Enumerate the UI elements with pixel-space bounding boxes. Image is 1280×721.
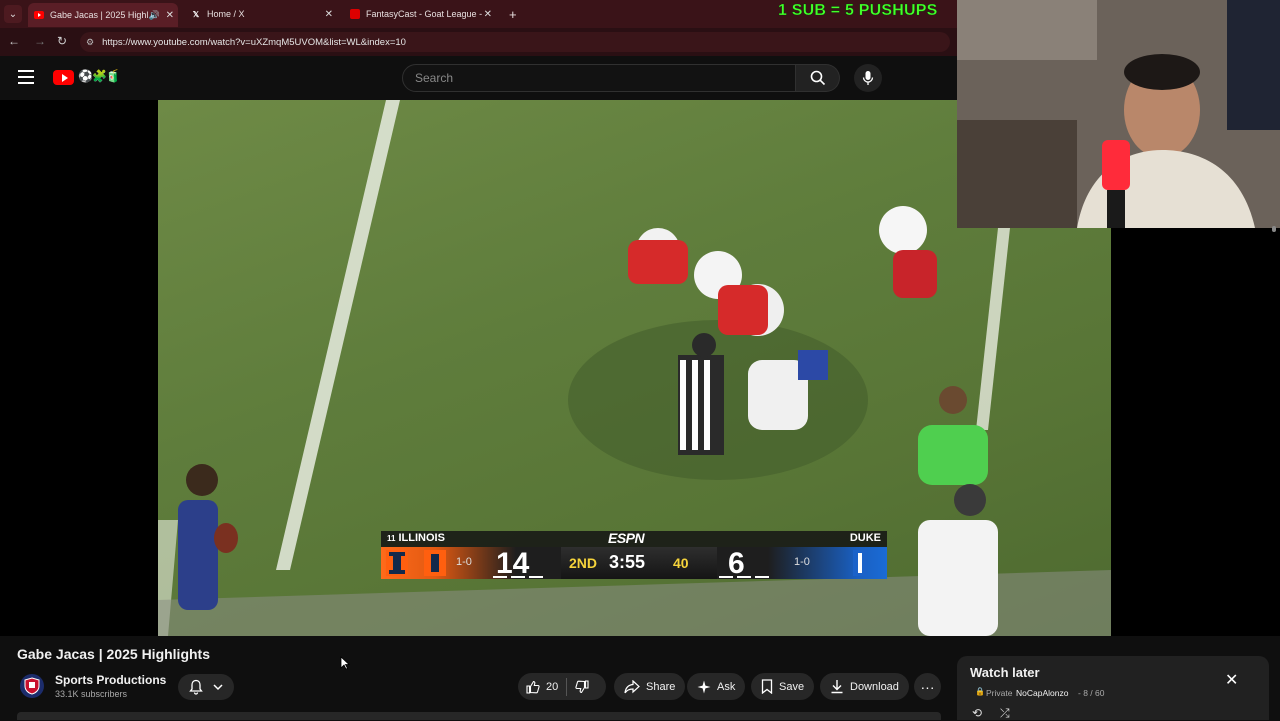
forward-arrow-icon[interactable]: → [32,34,48,48]
download-button[interactable]: Download [820,673,909,700]
timeout-indicator [529,576,543,578]
timeout-indicator [737,576,751,578]
tab-label: Gabe Jacas | 2025 Highligh [50,10,148,20]
url-text: https://www.youtube.com/watch?v=uXZmqM5U… [102,36,406,48]
search-icon [810,70,825,86]
espn-logo: ESPN [608,530,645,546]
bookmark-icon [761,679,773,694]
video-title: Gabe Jacas | 2025 Highlights [17,646,210,662]
scrollbar-thumb[interactable] [1272,226,1276,232]
timeout-indicator [511,576,525,578]
back-arrow-icon[interactable]: ← [6,34,22,48]
away-record: 1-0 [456,556,472,568]
youtube-doodle-icon[interactable]: ⚽🧩🧃 [78,69,121,83]
tab-list-chevron-icon[interactable]: ⌄ [4,5,22,23]
playlist-owner[interactable]: NoCapAlonzo [1016,688,1068,698]
tab-label: FantasyCast - Goat League - ES [366,9,484,19]
description-box-edge[interactable] [17,712,941,720]
url-field[interactable]: ⚙ https://www.youtube.com/watch?v=uXZmqM… [80,32,950,52]
scrollbar[interactable] [1270,226,1278,720]
playlist-position: - 8 / 60 [1078,688,1105,698]
subscriber-count: 33.1K subscribers [55,689,128,699]
home-record: 1-0 [794,556,810,568]
thumbs-down-icon [575,679,589,693]
play-clock: 40 [673,555,689,571]
tab-x[interactable]: 𝕏 Home / X ✕ [185,4,337,24]
lock-icon: 🔒 [975,687,985,696]
address-bar-row: ← → ↻ ⚙ https://www.youtube.com/watch?v=… [0,28,957,56]
x-logo-icon: 𝕏 [192,9,200,19]
timeout-indicator [719,576,733,578]
away-team-label: 11 ILLINOIS [387,532,445,544]
playlist-title[interactable]: Watch later [970,665,1040,680]
youtube-header: ⚽🧩🧃 [0,56,957,100]
scorebug-header: 11 ILLINOIS ESPN DUKE [381,530,887,547]
channel-name[interactable]: Sports Productions [55,673,166,687]
streamer-camera-image [957,0,1280,228]
playlist-panel: Watch later 🔒 Private NoCapAlonzo - 8 / … [957,656,1269,720]
download-icon [831,680,843,694]
timeout-indicator [493,576,507,578]
search-input[interactable] [402,64,796,92]
audio-icon[interactable]: 🔊 [149,10,160,21]
chevron-down-icon [213,684,223,691]
illinois-logo-icon [386,550,408,576]
loop-icon[interactable]: ⟲ [972,706,982,720]
shuffle-icon[interactable]: ⤮ [1000,706,1010,721]
tab-label: Home / X [207,9,245,19]
like-dislike-group: 20 [518,673,606,700]
like-count: 20 [546,680,559,693]
dislike-button[interactable] [567,673,597,700]
game-clock: 3:55 [609,552,646,572]
thumbs-up-icon [526,680,540,694]
share-arrow-icon [624,679,640,693]
close-tab-icon[interactable]: ✕ [484,9,492,20]
playlist-privacy: Private [986,688,1013,698]
home-team-label: DUKE [849,532,881,544]
mouse-cursor-icon [340,656,350,670]
quarter: 2ND [569,555,598,571]
close-tab-icon[interactable]: ✕ [325,9,333,20]
share-button[interactable]: Share [614,673,686,700]
ask-button[interactable]: Ask [687,673,746,700]
illinois-logo-icon [424,550,446,576]
sparkle-icon [697,680,711,693]
download-label: Download [850,680,899,693]
voice-search-button[interactable] [854,64,882,92]
duke-logo-icon [853,550,867,576]
more-horizontal-icon: ··· [920,678,935,695]
stream-banner: 1 SUB = 5 PUSHUPS [778,2,938,19]
microphone-icon [862,71,874,85]
browser-tab-bar: ⌄ Gabe Jacas | 2025 Highligh 🔊 ✕ 𝕏 Home … [0,0,957,28]
save-label: Save [779,680,805,693]
share-label: Share [646,680,676,693]
espn-icon [350,9,360,19]
menu-icon[interactable] [18,70,34,84]
youtube-icon [34,10,44,20]
tab-youtube[interactable]: Gabe Jacas | 2025 Highligh 🔊 ✕ [28,3,178,27]
site-info-icon[interactable]: ⚙ [86,37,94,48]
scorebug-main: 1-0 14 2ND 3:55 40 6 1-0 [381,547,887,580]
close-icon[interactable]: ✕ [1225,670,1238,690]
youtube-logo-icon[interactable] [53,70,74,85]
ask-label: Ask [717,680,736,693]
new-tab-button[interactable]: + [503,4,521,24]
bell-icon [189,679,203,695]
shield-icon [24,677,40,695]
webcam-overlay [957,0,1280,228]
timeout-indicator [755,576,769,578]
channel-avatar[interactable] [20,674,44,698]
scorebug: 11 ILLINOIS ESPN DUKE 1-0 14 2ND 3:55 40 … [381,530,887,580]
notification-bell-button[interactable] [178,674,234,700]
like-button[interactable]: 20 [518,673,566,700]
reload-icon[interactable]: ↻ [54,34,70,48]
more-actions-button[interactable]: ··· [914,673,941,700]
search-button[interactable] [796,64,840,92]
close-tab-icon[interactable]: ✕ [166,10,174,21]
tab-espn[interactable]: FantasyCast - Goat League - ES ✕ [344,4,496,24]
save-button[interactable]: Save [751,673,815,700]
